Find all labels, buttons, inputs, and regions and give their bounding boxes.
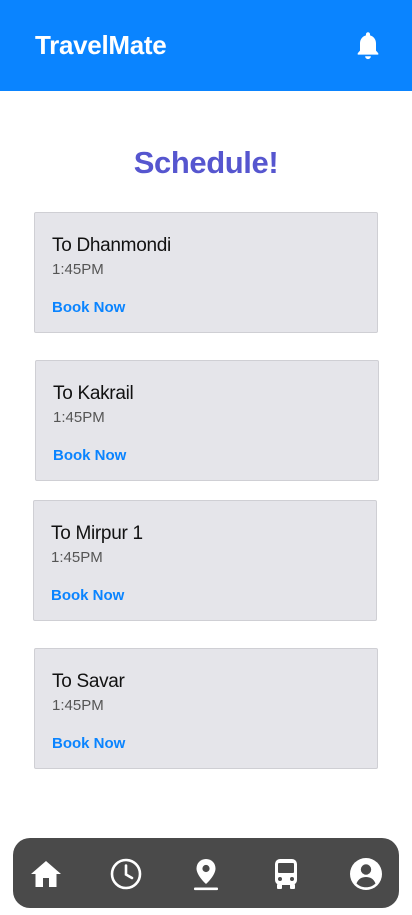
app-title: TravelMate bbox=[35, 30, 167, 60]
schedule-destination: To Kakrail bbox=[53, 383, 134, 404]
app-screen: TravelMate Schedule! To Dhanmondi 1:45PM… bbox=[0, 0, 412, 915]
schedule-time: 1:45PM bbox=[51, 549, 103, 566]
schedule-time: 1:45PM bbox=[52, 697, 104, 714]
bottom-navigation bbox=[13, 838, 399, 908]
book-now-button[interactable]: Book Now bbox=[51, 587, 124, 604]
bus-icon[interactable] bbox=[268, 856, 304, 892]
book-now-button[interactable]: Book Now bbox=[52, 299, 125, 316]
app-header: TravelMate bbox=[0, 0, 412, 91]
page-title: Schedule! bbox=[133, 145, 279, 180]
schedule-time: 1:45PM bbox=[53, 409, 105, 426]
schedule-destination: To Savar bbox=[52, 671, 125, 692]
location-pin-icon[interactable] bbox=[188, 856, 224, 892]
bell-icon[interactable] bbox=[354, 30, 382, 62]
account-icon[interactable] bbox=[348, 856, 384, 892]
book-now-button[interactable]: Book Now bbox=[52, 735, 125, 752]
schedule-time: 1:45PM bbox=[52, 261, 104, 278]
schedule-card: To Kakrail 1:45PM Book Now bbox=[35, 360, 379, 481]
schedule-card: To Savar 1:45PM Book Now bbox=[34, 648, 378, 769]
schedule-destination: To Mirpur 1 bbox=[51, 523, 143, 544]
clock-icon[interactable] bbox=[108, 856, 144, 892]
schedule-destination: To Dhanmondi bbox=[52, 235, 171, 256]
schedule-card: To Dhanmondi 1:45PM Book Now bbox=[34, 212, 378, 333]
home-icon[interactable] bbox=[28, 856, 64, 892]
book-now-button[interactable]: Book Now bbox=[53, 447, 126, 464]
schedule-card: To Mirpur 1 1:45PM Book Now bbox=[33, 500, 377, 621]
